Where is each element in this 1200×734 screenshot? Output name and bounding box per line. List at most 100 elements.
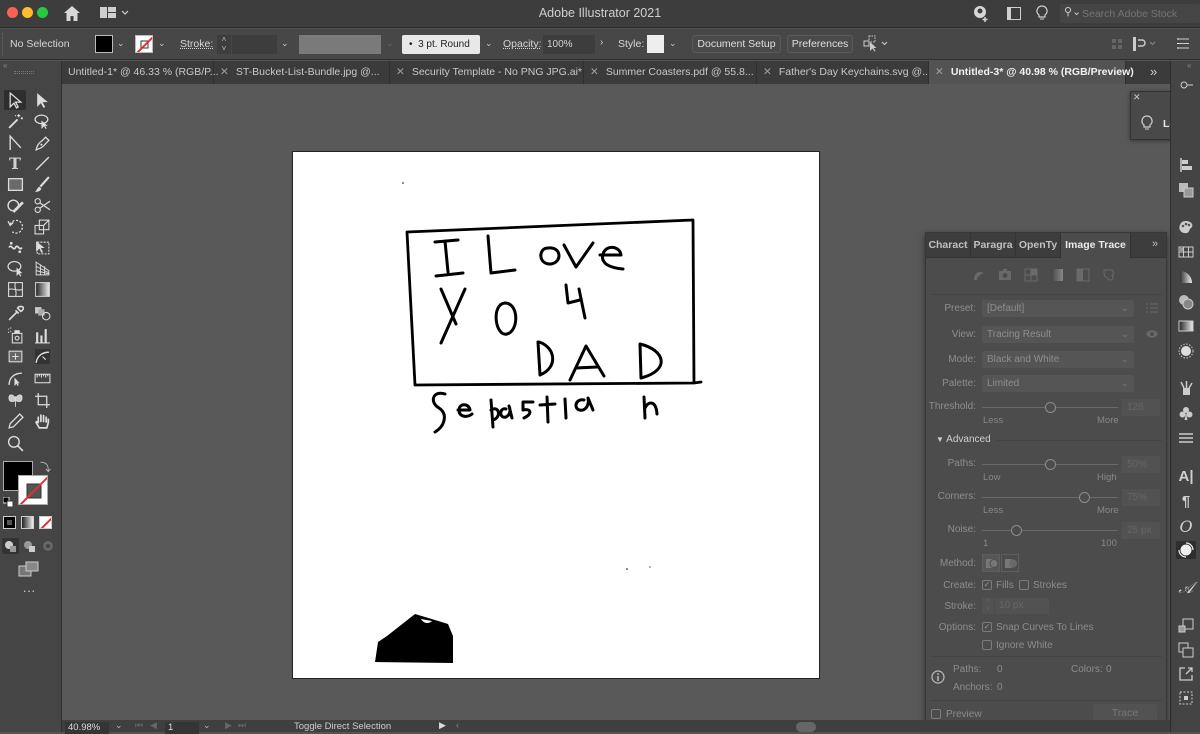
view-source-eye-icon[interactable] [1145, 329, 1159, 339]
panel-menu-icon[interactable] [1177, 38, 1189, 49]
document-tab[interactable]: ✕ Security Template - No PNG JPG.ai* [390, 61, 584, 84]
shape-builder-tool[interactable] [4, 258, 26, 278]
crop-tool[interactable] [31, 390, 53, 410]
pathfinder-panel-icon[interactable] [1176, 181, 1196, 199]
zoom-level-field[interactable]: 40.98% [65, 722, 109, 734]
view-dropdown[interactable]: Tracing Result ⌄ [982, 326, 1134, 343]
artboards-panel-icon[interactable] [1176, 689, 1196, 707]
type-tool[interactable]: T [4, 153, 26, 173]
isolate-group-icon[interactable] [1112, 39, 1122, 49]
tool-hint-text[interactable]: Toggle Direct Selection [294, 721, 391, 732]
panel-overflow-button[interactable]: » [1152, 238, 1158, 250]
color-mode-button[interactable] [3, 516, 16, 529]
outline-preset-icon[interactable] [1102, 268, 1116, 282]
stroke-weight-chevron-icon[interactable]: ⌄ [281, 38, 289, 49]
blend-tool[interactable] [31, 303, 53, 323]
pen-anchor-tool[interactable] [4, 132, 26, 152]
eyedropper-tool[interactable] [4, 303, 26, 323]
black-white-preset-icon[interactable] [1076, 268, 1090, 282]
gradient-mode-button[interactable] [21, 516, 34, 529]
paths-slider-knob[interactable] [1044, 459, 1056, 470]
export-panel-icon[interactable] [1176, 665, 1196, 683]
fills-checkbox[interactable]: ✓ [982, 580, 992, 590]
brush-chevron-icon[interactable]: ⌄ [485, 38, 493, 49]
image-trace-panel-icon[interactable] [1176, 541, 1196, 559]
artboard-number-field[interactable]: 1 [165, 722, 199, 734]
threshold-value[interactable]: 128 [1122, 399, 1160, 416]
method-abutting-button[interactable] [982, 554, 1000, 572]
ruler-tool[interactable] [31, 368, 53, 388]
glyphs-panel-icon[interactable]: 𝒜 [1176, 578, 1196, 597]
status-menu-arrow-icon[interactable]: ▶ [439, 720, 446, 731]
tab-paragraph[interactable]: Paragra [971, 233, 1016, 258]
preview-checkbox[interactable] [931, 709, 941, 719]
tab-image-trace[interactable]: Image Trace [1061, 233, 1131, 258]
gradient-panel-icon[interactable] [1176, 317, 1196, 335]
document-tab[interactable]: ✕ Father's Day Keychains.svg @... [757, 61, 931, 84]
toolbar-grip[interactable] [14, 71, 34, 74]
document-tab[interactable]: ✕ ST-Bucket-List-Bundle.jpg @... [214, 61, 390, 84]
search-input[interactable] [1082, 6, 1198, 21]
paths-value[interactable]: 50% [1122, 456, 1160, 473]
pen-tool[interactable] [31, 132, 53, 152]
butterfly-tool[interactable] [4, 390, 26, 410]
lasso-tool[interactable] [31, 111, 53, 131]
layers-panel-icon[interactable] [1176, 641, 1196, 659]
palette-dropdown[interactable]: Limited ⌄ [982, 375, 1134, 392]
pencil-tool[interactable] [4, 411, 26, 431]
last-artboard-icon[interactable]: ⏭ [238, 720, 246, 731]
shaper-tool[interactable] [4, 195, 26, 215]
arrange-documents-icon[interactable] [1133, 37, 1157, 51]
opentype-panel-icon[interactable]: O [1176, 517, 1196, 536]
toolbar-collapse-icon[interactable]: « [3, 61, 7, 70]
next-artboard-icon[interactable]: ▶ [225, 720, 232, 731]
advanced-disclosure[interactable]: ▼ Advanced [936, 434, 991, 445]
tab-opentype[interactable]: OpenTy [1016, 233, 1061, 258]
symbol-sprayer-tool[interactable] [4, 325, 26, 345]
artboard-dropdown-chevron-icon[interactable]: ⌄ [203, 720, 211, 731]
style-chevron-icon[interactable]: ⌄ [669, 38, 677, 49]
mesh-tool[interactable] [4, 279, 26, 299]
close-learn-panel-icon[interactable]: ✕ [1133, 92, 1141, 103]
artboard[interactable] [292, 151, 820, 679]
corners-slider-knob[interactable] [1078, 492, 1090, 503]
line-segment-tool[interactable] [31, 153, 53, 173]
tab-character[interactable]: Charact [926, 233, 971, 258]
stroke-label[interactable]: Stroke: [180, 38, 213, 50]
perspective-grid-tool[interactable] [31, 258, 53, 278]
method-overlapping-button[interactable] [1001, 554, 1019, 572]
align-panel-icon[interactable] [1176, 156, 1196, 174]
stroke-width-stepper[interactable]: ˄ ˅ [982, 598, 994, 614]
noise-value[interactable]: 25 px [1122, 522, 1160, 539]
edit-toolbar-button[interactable]: ··· [18, 584, 40, 597]
variable-width-profile[interactable] [299, 35, 381, 54]
draw-inside-button[interactable] [40, 538, 57, 554]
close-tab-icon[interactable]: ✕ [396, 66, 405, 78]
stroke-panel-icon[interactable] [1176, 429, 1196, 447]
scale-tool[interactable] [31, 216, 53, 236]
draw-normal-button[interactable] [2, 538, 19, 554]
opacity-label[interactable]: Opacity: [503, 38, 542, 50]
manage-presets-icon[interactable] [1146, 303, 1158, 313]
document-tab[interactable]: Untitled-1* @ 46.33 % (RGB/P... [62, 61, 219, 84]
ignore-white-checkbox[interactable] [982, 640, 992, 650]
document-setup-button[interactable]: Document Setup [692, 35, 781, 53]
hand-tool[interactable] [31, 411, 53, 431]
opacity-expand-arrow-icon[interactable]: › [600, 37, 603, 48]
close-tab-icon[interactable]: ✕ [590, 66, 599, 78]
tab-overflow-button[interactable]: » [1150, 64, 1157, 79]
stroke-width-input[interactable]: 10 px [995, 598, 1049, 614]
stroke-dropdown-chevron-icon[interactable]: ⌄ [158, 38, 166, 49]
panel-toggle-icon[interactable] [1007, 7, 1021, 20]
noise-slider-knob[interactable] [1010, 525, 1022, 536]
symbols-panel-icon[interactable] [1176, 404, 1196, 422]
close-tab-icon[interactable]: ✕ [935, 66, 944, 78]
brush-definition-dropdown[interactable]: • 3 pt. Round [402, 35, 480, 54]
strokes-checkbox[interactable] [1019, 580, 1029, 590]
fill-swatch[interactable] [95, 35, 113, 53]
rectangle-tool[interactable] [4, 174, 26, 194]
stock-search-field[interactable]: ⚲⌄ [1060, 4, 1200, 23]
horizontal-scrollbar-thumb[interactable] [796, 722, 816, 732]
corners-value[interactable]: 75% [1122, 489, 1160, 506]
zoom-tool[interactable] [4, 433, 26, 453]
